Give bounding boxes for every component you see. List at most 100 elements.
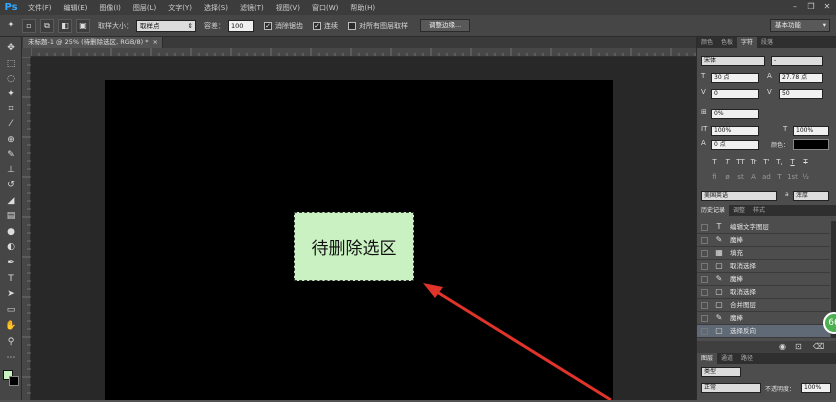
eraser-tool-icon[interactable]: ◢ [3,194,19,208]
history-item[interactable]: ▢ 合并图层 [697,299,830,312]
tolerance-input[interactable]: 100 [228,19,254,32]
tab-character[interactable]: 字符 [737,37,758,48]
vertical-scale-input[interactable]: 100% [711,126,759,136]
menu-help[interactable]: 帮助(H) [344,3,381,13]
move-tool-icon[interactable]: ✥ [3,41,19,55]
marquee-tool-icon[interactable]: ⬚ [3,57,19,71]
add-selection-icon[interactable]: ⧉ [40,18,54,33]
horizontal-scale-input[interactable]: 100% [793,126,829,136]
ordinals-button[interactable]: 1st [787,172,798,182]
tab-channels[interactable]: 通道 [717,353,737,364]
workspace-select[interactable]: 基本功能 ▾ [770,19,830,32]
crop-tool-icon[interactable]: ⌗ [3,102,19,116]
tab-adjustments[interactable]: 调整 [729,205,749,216]
type-tool-icon[interactable]: T [3,272,19,286]
opacity-input[interactable]: 100% [801,383,831,393]
font-size-input[interactable]: 30 点 [711,73,759,83]
history-checkbox[interactable] [701,289,708,296]
history-item[interactable]: T 编辑文字图层 [697,221,830,234]
stylistic-alt-button[interactable]: ad [761,172,772,182]
new-selection-icon[interactable]: ▫ [22,18,36,33]
more-tools-icon[interactable]: ⋯ [3,351,19,365]
contiguous-checkbox[interactable]: ✓ [313,21,321,30]
discretionary-ligature-button[interactable]: st [735,172,746,182]
antialias-checkbox[interactable]: ✓ [264,21,272,30]
shape-tool-icon[interactable]: ▭ [3,303,19,317]
subscript-button[interactable]: T, [774,157,785,167]
menu-filter[interactable]: 滤镜(T) [234,3,270,13]
fractions-button[interactable]: ½ [800,172,811,182]
close-icon[interactable]: ✕ [822,2,832,12]
history-item[interactable]: ✎ 魔棒 [697,234,830,247]
history-item[interactable]: ▢ 取消选择 [697,260,830,273]
path-select-icon[interactable]: ➤ [3,287,19,301]
superscript-button[interactable]: T' [761,157,772,167]
tsume-input[interactable]: 0% [711,109,759,119]
pen-tool-icon[interactable]: ✒ [3,256,19,270]
minimize-icon[interactable]: – [790,2,800,12]
menu-type[interactable]: 文字(Y) [162,3,198,13]
font-style-select[interactable]: - [771,56,823,66]
clone-stamp-icon[interactable]: ⊥ [3,163,19,177]
all-caps-button[interactable]: TT [735,157,746,167]
history-item[interactable]: ✎ 魔棒 [697,312,830,325]
menu-image[interactable]: 图像(I) [93,3,127,13]
menu-layer[interactable]: 图层(L) [127,3,162,13]
hand-tool-icon[interactable]: ✋ [3,319,19,333]
magic-wand-icon[interactable]: ✦ [4,19,18,33]
history-item-selected[interactable]: ▢ 选择反向 [697,325,830,338]
tab-color[interactable]: 颜色 [697,37,717,48]
menu-select[interactable]: 选择(S) [198,3,234,13]
canvas-area[interactable]: 待删除选区 [31,57,696,400]
restore-icon[interactable]: ❐ [806,2,816,12]
sample-size-select[interactable]: 取样点 ⇕ [136,19,196,32]
tab-paragraph[interactable]: 段落 [757,37,777,48]
kerning-input[interactable]: 0 [711,89,759,99]
close-icon[interactable]: × [153,37,158,48]
history-item[interactable]: ▢ 取消选择 [697,286,830,299]
baseline-shift-input[interactable]: 0 点 [711,140,759,150]
history-checkbox[interactable] [701,263,708,270]
history-brush-icon[interactable]: ↺ [3,178,19,192]
history-checkbox[interactable] [701,302,708,309]
tab-paths[interactable]: 路径 [737,353,757,364]
menu-edit[interactable]: 编辑(E) [58,3,94,13]
history-checkbox[interactable] [701,237,708,244]
swash-button[interactable]: A [748,172,759,182]
faux-bold-button[interactable]: T [709,157,720,167]
subtract-selection-icon[interactable]: ◧ [58,18,72,33]
blend-mode-select[interactable]: 正常 [701,383,761,393]
background-color-swatch[interactable] [9,376,19,386]
history-checkbox[interactable] [701,328,708,335]
font-family-select[interactable]: 宋体 [701,56,765,66]
blur-tool-icon[interactable]: ● [3,225,19,239]
history-checkbox[interactable] [701,315,708,322]
leading-input[interactable]: 27.78 点 [779,73,823,83]
all-layers-checkbox[interactable] [348,21,356,30]
ligature-button[interactable]: fi [709,172,720,182]
magic-wand-tool-icon[interactable]: ✦ [3,87,19,101]
healing-brush-icon[interactable]: ⊕ [3,133,19,147]
titling-button[interactable]: T [774,172,785,182]
refine-edge-button[interactable]: 调整边缘... [420,19,471,32]
history-item[interactable]: ✎ 魔棒 [697,273,830,286]
tab-history[interactable]: 历史记录 [697,205,730,216]
old-style-button[interactable]: ø [722,172,733,182]
small-caps-button[interactable]: Tr [748,157,759,167]
tab-swatches[interactable]: 色板 [717,37,737,48]
strikethrough-button[interactable]: T [800,157,811,167]
lasso-tool-icon[interactable]: ◌ [3,72,19,86]
history-checkbox[interactable] [701,276,708,283]
text-color-swatch[interactable] [793,139,829,150]
language-select[interactable]: 美国英语 [701,191,777,201]
brush-tool-icon[interactable]: ✎ [3,148,19,162]
gradient-tool-icon[interactable]: ▤ [3,209,19,223]
tab-layers[interactable]: 图层 [697,353,718,364]
dodge-tool-icon[interactable]: ◐ [3,240,19,254]
menu-view[interactable]: 视图(V) [270,3,306,13]
eyedropper-tool-icon[interactable]: ⁄ [3,117,19,131]
history-checkbox[interactable] [701,250,708,257]
snapshot-icon[interactable]: ◉ [779,342,786,351]
intersect-selection-icon[interactable]: ▣ [76,18,90,33]
menu-window[interactable]: 窗口(W) [306,3,344,13]
